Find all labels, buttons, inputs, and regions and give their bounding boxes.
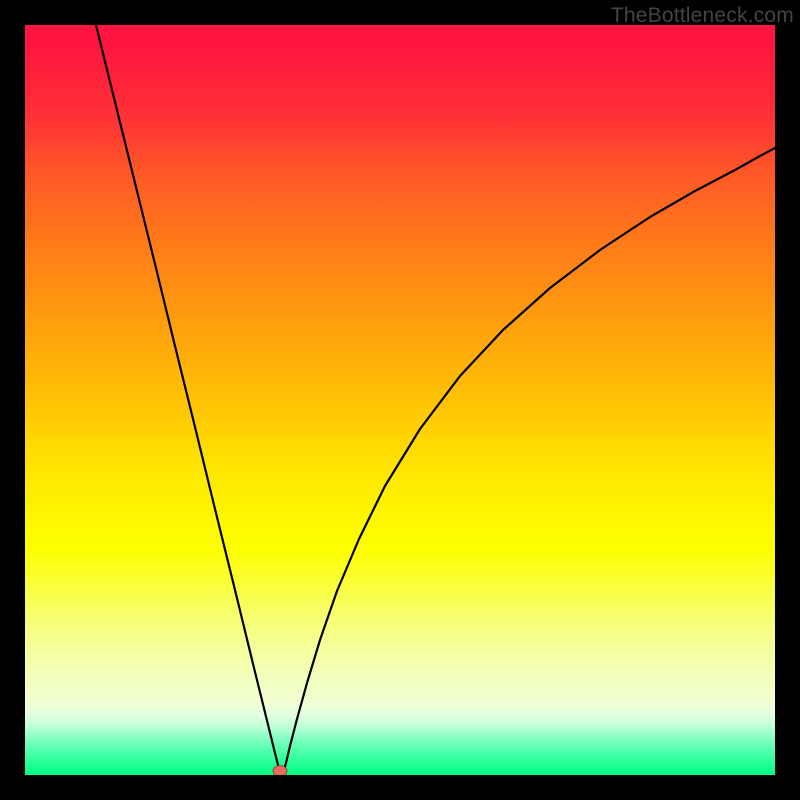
- curve-right-branch: [282, 148, 775, 775]
- watermark-label: TheBottleneck.com: [611, 4, 794, 28]
- chart-svg: [25, 25, 775, 775]
- curve-left-branch: [96, 25, 282, 775]
- chart-container: TheBottleneck.com: [0, 0, 800, 800]
- minimum-marker: [273, 766, 287, 776]
